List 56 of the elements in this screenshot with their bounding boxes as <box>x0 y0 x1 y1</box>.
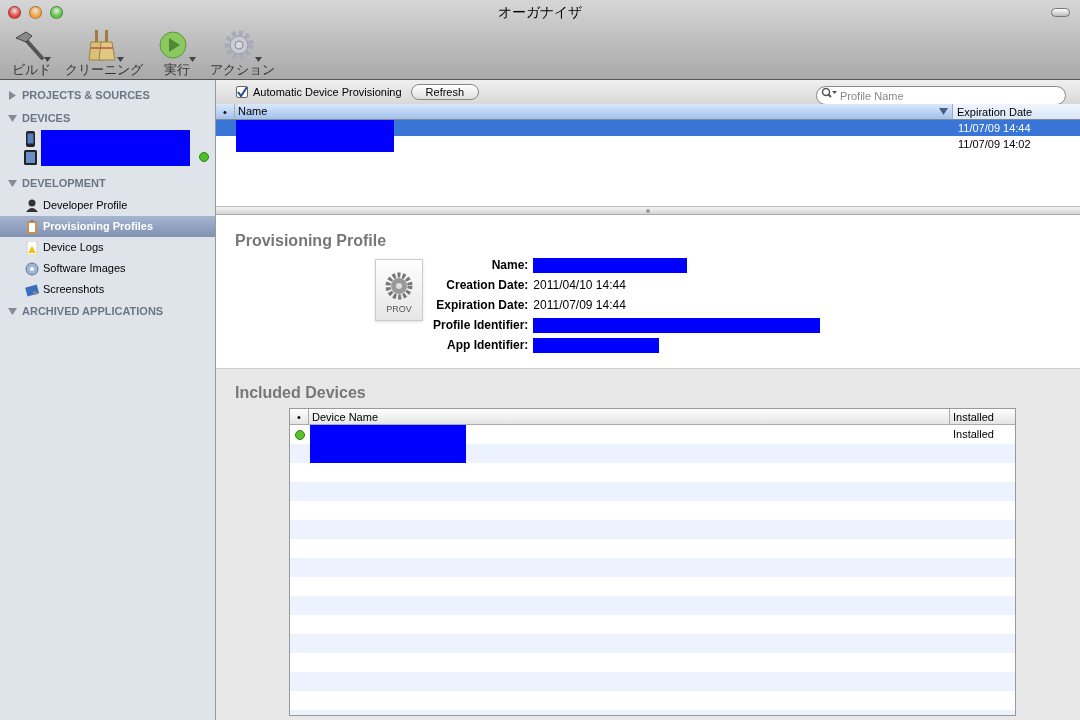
gear-icon <box>223 28 255 62</box>
document-icon: PROV <box>375 259 423 321</box>
refresh-button[interactable]: Refresh <box>410 84 480 100</box>
section-title: Included Devices <box>235 384 367 402</box>
caret-icon <box>255 57 262 62</box>
field-label: Creation Date: <box>445 277 529 294</box>
toolbar-button[interactable]: 実行 <box>153 28 200 77</box>
section-title: Provisioning Profile <box>235 232 388 250</box>
column-header[interactable]: Name <box>235 104 953 119</box>
toolbar-button[interactable]: アクション <box>206 28 279 77</box>
sidebar-section-header[interactable]: PROJECTS & SOURCES <box>0 84 215 107</box>
sidebar-section-header[interactable]: ARCHIVED APPLICATIONS <box>0 300 215 323</box>
sidebar-item[interactable]: Software Images <box>0 258 215 279</box>
caret-icon <box>116 57 124 62</box>
tablet-icon <box>24 149 37 165</box>
column-header[interactable]: • <box>216 104 235 119</box>
zoom-button[interactable] <box>50 6 63 19</box>
field-label: Name: <box>490 257 529 274</box>
gear-icon <box>384 270 414 301</box>
search-icon <box>821 86 837 98</box>
disk-icon <box>25 261 39 276</box>
warning-icon <box>25 240 39 255</box>
sidebar-item[interactable]: Developer Profile <box>0 195 215 216</box>
caret-icon <box>189 57 196 62</box>
clipboard-icon <box>25 219 39 234</box>
sidebar-item[interactable]: Device Logs <box>0 237 215 258</box>
field-label: App Identifier: <box>446 337 529 354</box>
column-header[interactable]: • <box>290 409 309 424</box>
phone-icon <box>24 131 37 147</box>
checkmark-icon <box>236 87 248 97</box>
field-label: Profile Identifier: <box>433 317 529 334</box>
window-title: オーガナイザ <box>498 3 582 22</box>
screenshot-icon <box>25 282 39 297</box>
field-label: Expiration Date: <box>435 297 529 314</box>
checkbox[interactable]: Automatic Device Provisioning <box>236 83 402 101</box>
column-header[interactable]: Expiration Date <box>953 104 1080 119</box>
sidebar-section-header[interactable]: DEVICES <box>0 107 215 130</box>
sidebar-item[interactable]: Screenshots <box>0 279 215 300</box>
minimize-button[interactable] <box>29 6 42 19</box>
sort-arrow-icon <box>939 108 948 115</box>
play-icon <box>157 28 189 62</box>
close-button[interactable] <box>8 6 21 19</box>
table-row[interactable]: 11/07/09 14:44 <box>216 120 1080 136</box>
toolbar-toggle-button[interactable] <box>1051 8 1070 17</box>
caret-icon <box>44 57 51 62</box>
toolbar-button[interactable]: ビルド <box>8 28 55 77</box>
column-header[interactable]: Installed <box>950 409 1015 424</box>
field-value: 2011/07/09 14:44 <box>533 297 627 314</box>
field-value: 2011/04/10 14:44 <box>533 277 627 294</box>
sidebar-section-header[interactable]: DEVELOPMENT <box>0 172 215 195</box>
device-item[interactable] <box>24 148 209 166</box>
person-icon <box>25 198 39 213</box>
split-handle[interactable] <box>216 207 1080 215</box>
column-header[interactable]: Device Name <box>309 409 950 424</box>
table-row[interactable]: 11/07/09 14:02 <box>216 136 1080 152</box>
toolbar-button[interactable]: クリーニング <box>61 28 147 77</box>
